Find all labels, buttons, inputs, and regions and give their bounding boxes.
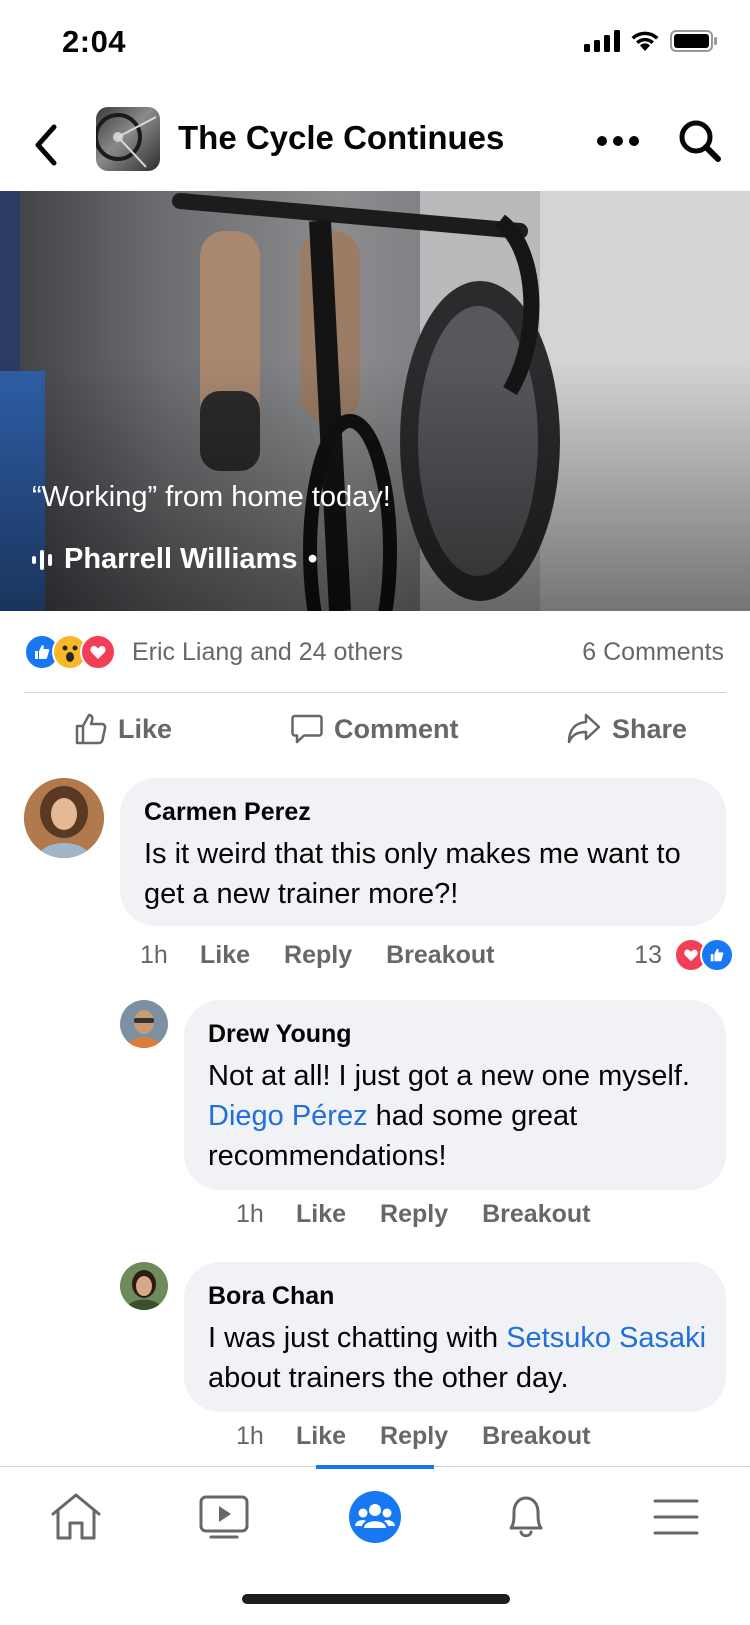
menu-icon [653,1499,699,1535]
reply-breakout-button[interactable]: Breakout [482,1422,590,1451]
post-photo[interactable]: “Working” from home today! Pharrell Will… [0,191,750,611]
audio-bars-icon [32,549,52,570]
reply-time: 1h [236,1200,264,1228]
home-indicator [242,1594,510,1604]
video-icon [199,1495,249,1539]
comment-reply-button[interactable]: Reply [284,941,352,970]
home-icon [51,1493,101,1540]
post-author-name: Pharrell Williams [64,543,298,575]
post-caption: “Working” from home today! [32,481,391,513]
reaction-icons[interactable] [24,634,116,670]
battery-icon [670,30,717,52]
mention-link[interactable]: Setsuko Sasaki [506,1322,706,1354]
comment-bubble-icon [291,714,323,744]
reply-breakout-button[interactable]: Breakout [482,1200,590,1229]
reply-avatar[interactable] [120,1262,168,1310]
more-options-button[interactable] [594,123,642,159]
bike-wheel-image [96,113,157,168]
reply-text: I was just chatting with Setsuko Sasaki … [208,1318,708,1398]
group-avatar[interactable] [96,107,160,171]
share-button[interactable]: Share [566,712,687,746]
nav-home[interactable] [46,1487,106,1547]
reply-avatar[interactable] [120,1000,168,1048]
groups-icon [349,1491,401,1543]
person-photo [24,778,104,858]
search-icon [679,120,721,162]
comment-avatar[interactable] [24,778,104,858]
mention-link[interactable]: Diego Pérez [208,1100,368,1132]
reply-meta: 1h Like Reply Breakout [236,1422,591,1451]
active-tab-indicator [316,1465,434,1469]
comments-count[interactable]: 6 Comments [582,638,724,667]
nav-notifications[interactable] [496,1487,556,1547]
group-header: The Cycle Continues [0,95,750,191]
person-photo [120,1000,168,1048]
comment-button-label: Comment [334,713,459,744]
reply-author[interactable]: Bora Chan [208,1282,334,1311]
comment-reaction-count[interactable]: 13 [634,941,662,970]
reactions-summary[interactable]: Eric Liang and 24 others [132,638,403,667]
notifications-icon [509,1496,543,1538]
group-title[interactable]: The Cycle Continues [178,119,504,157]
reply-text-part: about trainers the other day. [208,1362,569,1394]
reply-author[interactable]: Drew Young [208,1020,352,1049]
back-button[interactable] [26,119,66,171]
comment-like-button[interactable]: Like [200,941,250,970]
nav-groups[interactable] [345,1487,405,1547]
post-author-separator: • [307,543,318,575]
comment-bubble[interactable]: Carmen Perez Is it weird that this only … [120,778,726,926]
post-author[interactable]: Pharrell Williams • [32,543,318,576]
comment-breakout-button[interactable]: Breakout [386,941,494,970]
reply-like-button[interactable]: Like [296,1200,346,1229]
share-arrow-icon [567,713,601,744]
reply-bubble[interactable]: Drew Young Not at all! I just got a new … [184,1000,726,1190]
like-button[interactable]: Like [74,712,172,746]
comment-author[interactable]: Carmen Perez [144,798,311,827]
status-time: 2:04 [62,24,127,59]
comment-text: Is it weird that this only makes me want… [144,838,681,910]
reply-text-part: Not at all! I just got a new one myself. [208,1060,690,1092]
signal-icon [584,30,620,52]
like-button-label: Like [118,713,173,744]
nav-menu[interactable] [646,1487,706,1547]
reply-bubble[interactable]: Bora Chan I was just chatting with Setsu… [184,1262,726,1412]
divider [24,692,726,693]
nav-video[interactable] [194,1487,254,1547]
reply-reply-button[interactable]: Reply [380,1200,448,1229]
thumbs-up-icon [75,713,107,745]
reply-like-button[interactable]: Like [296,1422,346,1451]
status-icons [584,30,718,52]
share-button-label: Share [612,713,688,744]
like-reaction-icon [700,938,734,972]
reply-text-part: I was just chatting with [208,1322,507,1354]
search-button[interactable] [676,117,724,165]
comment-meta: 1h Like Reply Breakout 13 [140,938,734,972]
love-reaction-icon [80,634,116,670]
comment-button[interactable]: Comment [290,712,459,746]
chevron-left-icon [35,124,57,166]
comment-reactions[interactable] [674,938,734,972]
comment-time: 1h [140,940,168,969]
more-dots-icon [597,136,639,146]
wifi-icon [631,31,659,51]
person-photo [120,1262,168,1310]
reply-time: 1h [236,1422,264,1450]
reply-meta: 1h Like Reply Breakout [236,1200,591,1229]
reply-text: Not at all! I just got a new one myself.… [208,1056,708,1176]
reply-reply-button[interactable]: Reply [380,1422,448,1451]
